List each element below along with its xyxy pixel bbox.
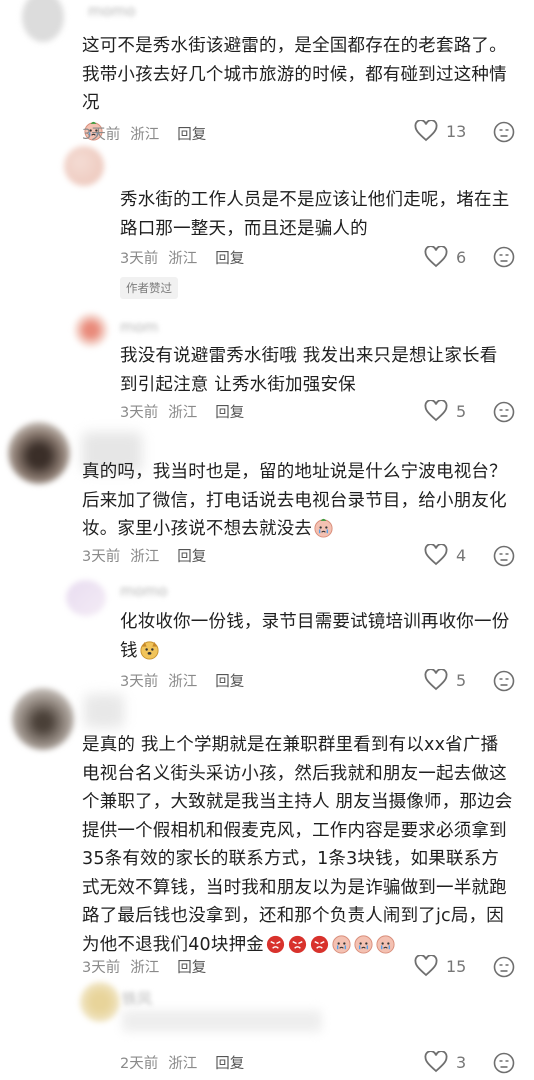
angry-face-emoji-icon <box>310 935 329 953</box>
comment-1: momo 这可不是秀水街该避雷的，是全国都存在的老套路了。我带小孩去好几个城市旅… <box>0 0 534 150</box>
crying-face-emoji-icon <box>354 934 373 954</box>
comment-time: 3天前 <box>82 960 121 976</box>
dislike-face-icon[interactable] <box>493 670 515 692</box>
comment-meta: 2天前 浙江 回复 <box>120 1052 254 1073</box>
comment-4: 真的吗，我当时也是，留的地址说是什么宁波电视台？后来加了微信，打电话说去电视台录… <box>0 418 534 578</box>
like-count: 15 <box>446 956 467 976</box>
like-count: 13 <box>446 121 467 141</box>
comment-location: 浙江 <box>130 960 160 976</box>
comment-meta: 3天前 浙江 回复 <box>82 545 216 566</box>
dislike-face-icon[interactable] <box>493 121 515 143</box>
comment-2: 秀水街的工作人员是不是应该让他们走呢，堵在主路口那一整天，而且还是骗人的 3天前… <box>0 146 534 300</box>
author-liked-badge: 作者赞过 <box>120 277 178 299</box>
comment-text-body: 是真的 我上个学期就是在兼职群里看到有以xx省广播电视台名义街头采访小孩，然后我… <box>82 735 513 955</box>
comment-location: 浙江 <box>168 1056 198 1072</box>
like-button[interactable]: 4 <box>424 544 466 566</box>
heart-icon <box>424 246 448 268</box>
like-count: 4 <box>456 545 467 565</box>
username[interactable]: momo <box>120 582 168 600</box>
comment-text-blurred <box>122 1010 322 1032</box>
like-count: 3 <box>456 1052 467 1072</box>
dislike-face-icon[interactable] <box>493 545 515 567</box>
avatar[interactable] <box>64 146 104 186</box>
heart-icon <box>414 120 438 142</box>
comment-text: 真的吗，我当时也是，留的地址说是什么宁波电视台？后来加了微信，打电话说去电视台录… <box>82 458 514 544</box>
reply-button[interactable]: 回复 <box>215 674 244 690</box>
like-button[interactable]: 3 <box>424 1051 466 1073</box>
comment-7: 铁风 2天前 浙江 回复 3 <box>0 980 534 1080</box>
username[interactable]: 铁风 <box>122 988 152 1009</box>
like-button[interactable]: 5 <box>424 669 466 691</box>
avatar[interactable] <box>22 0 64 42</box>
avatar[interactable] <box>8 422 70 484</box>
comment-time: 3天前 <box>82 549 121 565</box>
comment-meta: 3天前 浙江 回复 <box>120 247 254 268</box>
username[interactable] <box>84 694 124 728</box>
crying-face-emoji-icon <box>332 934 351 954</box>
comment-meta: 3天前 浙江 回复 <box>120 670 254 691</box>
like-button[interactable]: 13 <box>414 120 466 142</box>
comment-time: 3天前 <box>82 127 121 143</box>
avatar[interactable] <box>80 982 120 1022</box>
reply-button[interactable]: 回复 <box>177 549 206 565</box>
avatar[interactable] <box>66 580 106 616</box>
comment-text-body: 真的吗，我当时也是，留的地址说是什么宁波电视台？后来加了微信，打电话说去电视台录… <box>82 462 507 539</box>
comment-text: 我没有说避雷秀水街哦 我发出来只是想让家长看到引起注意 让秀水街加强安保 <box>120 346 498 395</box>
heart-icon <box>424 669 448 691</box>
avatar[interactable] <box>74 313 108 347</box>
heart-icon <box>414 955 438 977</box>
comment-location: 浙江 <box>130 549 160 565</box>
comment-6: 是真的 我上个学期就是在兼职群里看到有以xx省广播电视台名义街头采访小孩，然后我… <box>0 688 534 980</box>
comment-meta: 3天前 浙江 回复 <box>82 956 216 977</box>
like-button[interactable]: 6 <box>424 246 466 268</box>
comment-location: 浙江 <box>168 251 198 267</box>
comment-location: 浙江 <box>130 127 160 143</box>
comment-text-body: 化妆收你一份钱，录节目需要试镜培训再收你一份钱 <box>120 612 510 661</box>
comment-5: momo 化妆收你一份钱，录节目需要试镜培训再收你一份钱 3天前 浙江 回复 5 <box>0 574 534 694</box>
comment-text: 化妆收你一份钱，录节目需要试镜培训再收你一份钱 <box>120 608 512 665</box>
comment-meta: 3天前 浙江 回复 <box>82 123 216 144</box>
comment-time: 3天前 <box>120 674 159 690</box>
avatar[interactable] <box>12 688 74 750</box>
crying-face-emoji-icon <box>314 518 333 538</box>
username[interactable]: mom <box>120 318 158 336</box>
reply-button[interactable]: 回复 <box>215 1056 244 1072</box>
dog-face-emoji-icon <box>140 640 159 660</box>
reply-button[interactable]: 回复 <box>177 127 206 143</box>
comment-time: 3天前 <box>120 251 159 267</box>
dislike-face-icon[interactable] <box>493 1052 515 1074</box>
angry-face-emoji-icon <box>288 935 307 953</box>
comment-location: 浙江 <box>168 674 198 690</box>
like-button[interactable]: 15 <box>414 955 466 977</box>
crying-face-emoji-icon <box>376 934 395 954</box>
comment-text-body: 这可不是秀水街该避雷的，是全国都存在的老套路了。我带小孩去好几个城市旅游的时候，… <box>82 36 507 113</box>
dislike-face-icon[interactable] <box>493 956 515 978</box>
like-count: 6 <box>456 247 467 267</box>
username[interactable]: momo <box>88 2 136 20</box>
dislike-face-icon[interactable] <box>493 246 515 268</box>
angry-face-emoji-icon <box>266 935 285 953</box>
comment-text: 是真的 我上个学期就是在兼职群里看到有以xx省广播电视台名义街头采访小孩，然后我… <box>82 731 514 959</box>
comment-time: 2天前 <box>120 1056 159 1072</box>
comment-text: 秀水街的工作人员是不是应该让他们走呢，堵在主路口那一整天，而且还是骗人的 <box>120 190 510 239</box>
heart-icon <box>424 1051 448 1073</box>
reply-button[interactable]: 回复 <box>177 960 206 976</box>
heart-icon <box>424 544 448 566</box>
like-count: 5 <box>456 670 467 690</box>
reply-button[interactable]: 回复 <box>215 251 244 267</box>
